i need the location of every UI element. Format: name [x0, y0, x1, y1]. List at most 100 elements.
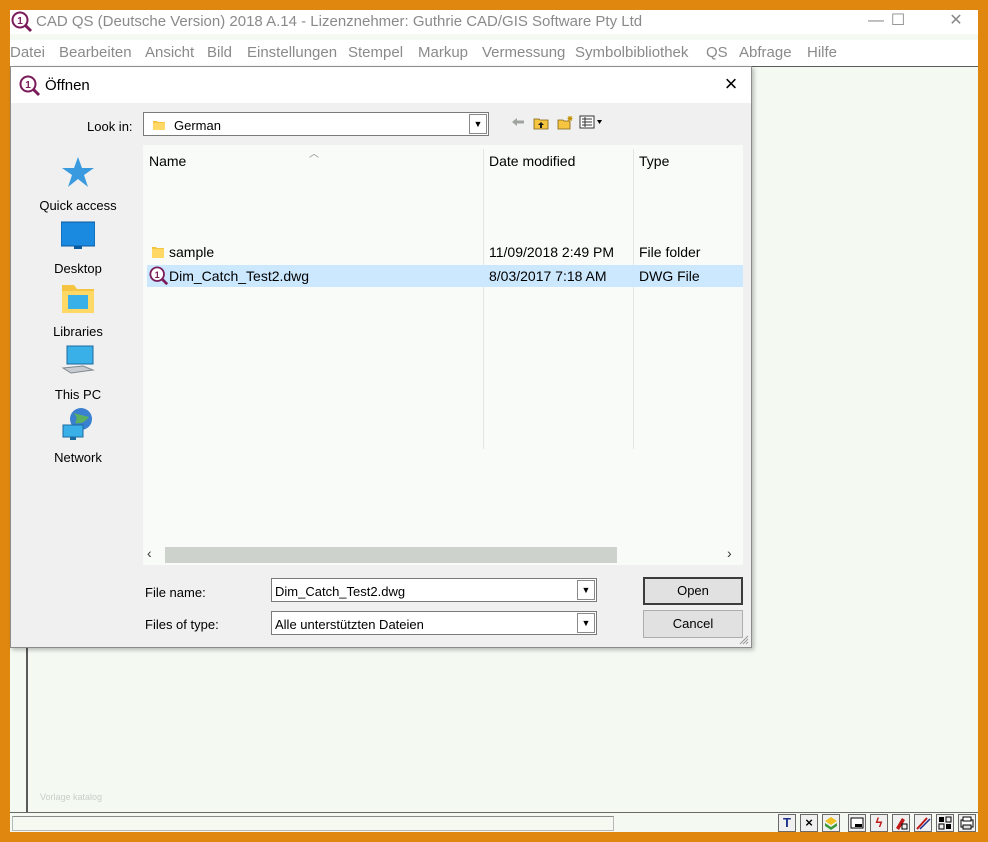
file-row-dim-catch[interactable]: 1 Dim_Catch_Test2.dwg 8/03/2017 7:18 AM … [147, 265, 743, 287]
maximize-button[interactable]: ☐ [878, 10, 918, 34]
scroll-right-icon[interactable]: › [727, 545, 732, 561]
app-title: CAD QS (Deutsche Version) 2018 A.14 - Li… [36, 13, 643, 30]
close-icon: × [724, 71, 738, 96]
menu-ansicht[interactable]: Ansicht [145, 44, 194, 61]
window-tool-icon[interactable] [848, 814, 866, 832]
scroll-left-icon[interactable]: ‹ [147, 545, 152, 561]
dwg-file-icon: 1 [149, 266, 169, 286]
place-this-pc[interactable]: This PC [23, 344, 133, 402]
place-label: This PC [54, 387, 102, 402]
cancel-button[interactable]: Cancel [643, 610, 743, 638]
app-title-bar: 1 CAD QS (Deutsche Version) 2018 A.14 - … [10, 10, 978, 34]
back-arrow-icon [512, 118, 524, 126]
new-folder-icon [557, 116, 573, 130]
grid-tool-icon[interactable] [936, 814, 954, 832]
desktop-icon [60, 221, 96, 249]
file-name-cell: Dim_Catch_Test2.dwg [169, 268, 310, 284]
pen-tool-icon[interactable] [914, 814, 932, 832]
resize-grip-icon[interactable] [737, 633, 749, 645]
svg-text:1: 1 [155, 270, 160, 280]
place-network[interactable]: Network [23, 407, 133, 465]
column-divider [483, 149, 484, 449]
file-type-value: Alle unterstützten Dateien [275, 617, 424, 632]
close-window-button[interactable]: ✕ [936, 10, 976, 34]
libraries-icon [62, 285, 94, 313]
app-logo-icon: 1 [19, 75, 41, 97]
column-header-date[interactable]: Date modified [489, 153, 575, 169]
file-type-dropdown-arrow[interactable]: ▼ [577, 613, 595, 633]
file-name-cell: sample [169, 244, 215, 260]
back-button[interactable] [511, 115, 525, 133]
menu-symbolbibliothek[interactable]: Symbolbibliothek [575, 44, 688, 61]
places-bar: Quick access Desktop Libraries This PC N… [23, 149, 141, 559]
file-row-sample[interactable]: sample 11/09/2018 2:49 PM File folder [147, 241, 743, 263]
text-tool-icon[interactable]: T [778, 814, 796, 832]
file-type-cell: File folder [639, 244, 701, 260]
place-label: Libraries [53, 324, 103, 339]
place-label: Network [54, 450, 102, 465]
menu-einstellungen[interactable]: Einstellungen [247, 44, 337, 61]
scrollbar-thumb[interactable] [165, 547, 617, 563]
layer-tool-icon[interactable] [822, 814, 840, 832]
file-list-header: ︿ Name Date modified Type [143, 145, 743, 173]
watermark-text: Vorlage katalog [40, 792, 103, 802]
svg-text:1: 1 [17, 16, 23, 27]
file-type-label: Files of type: [145, 617, 219, 632]
star-icon [62, 157, 94, 187]
look-in-value: German [174, 118, 221, 133]
place-label: Desktop [54, 261, 102, 276]
print-tool-icon[interactable] [958, 814, 976, 832]
menu-bearbeiten[interactable]: Bearbeiten [59, 44, 132, 61]
place-label: Quick access [39, 198, 117, 213]
column-divider [633, 149, 634, 449]
folder-icon [153, 121, 165, 130]
menu-hilfe[interactable]: Hilfe [807, 44, 837, 61]
status-bar: T × ϟ [10, 812, 978, 832]
look-in-combobox[interactable]: German ▼ [143, 112, 489, 136]
status-text-field [12, 816, 614, 831]
open-button[interactable]: Open [643, 577, 743, 605]
menu-datei[interactable]: Datei [10, 44, 45, 61]
dialog-close-button[interactable]: × [719, 73, 743, 97]
folder-icon [152, 247, 164, 258]
app-logo-icon: 1 [11, 11, 33, 33]
dialog-title: Öffnen [45, 77, 90, 94]
menu-bild[interactable]: Bild [207, 44, 232, 61]
place-desktop[interactable]: Desktop [23, 218, 133, 276]
menu-vermessung[interactable]: Vermessung [482, 44, 565, 61]
look-in-dropdown-arrow[interactable]: ▼ [469, 114, 487, 134]
new-folder-button[interactable] [557, 115, 573, 133]
file-name-combobox[interactable]: Dim_Catch_Test2.dwg ▼ [271, 578, 597, 602]
menu-markup[interactable]: Markup [418, 44, 468, 61]
view-menu-button[interactable] [579, 115, 607, 133]
file-name-value: Dim_Catch_Test2.dwg [275, 584, 406, 599]
look-in-label: Look in: [87, 119, 133, 134]
horizontal-scrollbar[interactable]: ‹ › [143, 543, 743, 565]
file-name-label: File name: [145, 585, 206, 600]
column-header-name[interactable]: Name [149, 153, 186, 169]
file-name-dropdown-arrow[interactable]: ▼ [577, 580, 595, 600]
menu-bar: Datei Bearbeiten Ansicht Bild Einstellun… [10, 40, 978, 66]
layer-edit-icon[interactable] [892, 814, 910, 832]
column-header-type[interactable]: Type [639, 153, 669, 169]
dialog-title-bar: 1 Öffnen × [11, 67, 751, 103]
place-quick-access[interactable]: Quick access [23, 155, 133, 213]
delete-tool-icon[interactable]: × [800, 814, 818, 832]
snap-tool-icon[interactable]: ϟ [870, 814, 888, 832]
up-folder-icon [533, 118, 549, 130]
sort-ascending-icon: ︿ [309, 149, 319, 160]
menu-stempel[interactable]: Stempel [348, 44, 403, 61]
file-list[interactable]: ︿ Name Date modified Type sample 11/09/2… [143, 145, 743, 565]
view-menu-icon [579, 115, 602, 129]
up-folder-button[interactable] [533, 115, 549, 133]
menu-qs[interactable]: QS [706, 44, 728, 61]
network-icon [62, 408, 92, 440]
computer-icon [61, 345, 95, 374]
menu-abfrage[interactable]: Abfrage [739, 44, 792, 61]
place-libraries[interactable]: Libraries [23, 281, 133, 339]
file-date-cell: 11/09/2018 2:49 PM [489, 244, 615, 260]
svg-text:1: 1 [25, 80, 31, 91]
file-type-combobox[interactable]: Alle unterstützten Dateien ▼ [271, 611, 597, 635]
file-date-cell: 8/03/2017 7:18 AM [489, 268, 607, 284]
open-file-dialog: 1 Öffnen × Look in: German ▼ Quick acces… [10, 66, 752, 648]
